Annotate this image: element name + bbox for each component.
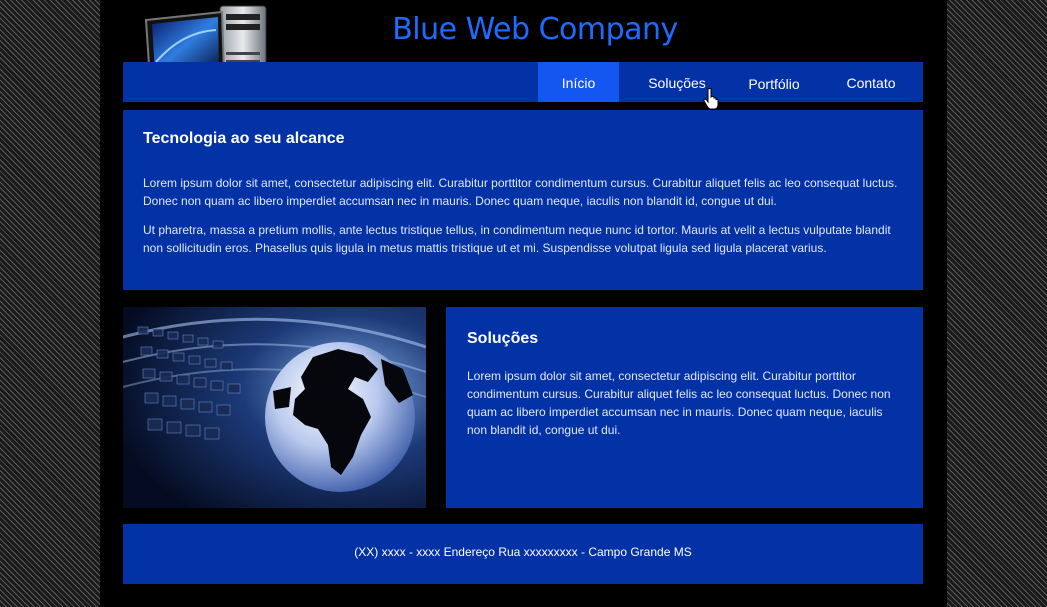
nav-item-inicio[interactable]: Início <box>538 62 619 102</box>
solutions-heading: Soluções <box>467 330 539 347</box>
main-navigation: Início Soluções Portfólio Contato <box>123 62 923 102</box>
intro-paragraph-1: Lorem ipsum dolor sit amet, consectetur … <box>143 176 898 208</box>
site-title: Blue Web Company <box>392 12 678 47</box>
intro-heading: Tecnologia ao seu alcance <box>143 130 345 147</box>
nav-item-contato[interactable]: Contato <box>833 62 909 102</box>
intro-paragraph-2: Ut pharetra, massa a pretium mollis, ant… <box>143 223 891 255</box>
footer: (XX) xxxx - xxxx Endereço Rua xxxxxxxxx … <box>123 524 923 584</box>
footer-address: (XX) xxxx - xxxx Endereço Rua xxxxxxxxx … <box>354 545 692 559</box>
intro-section: Tecnologia ao seu alcance Lorem ipsum do… <box>123 110 923 290</box>
nav-item-portfolio[interactable]: Portfólio <box>738 63 810 103</box>
globe-keyboard-image <box>123 307 426 508</box>
hand-cursor-icon <box>703 88 719 110</box>
solutions-section: Soluções Lorem ipsum dolor sit amet, con… <box>446 307 923 508</box>
page-container: Blue Web Company Início Soluções Portfól… <box>100 0 947 607</box>
solutions-paragraph: Lorem ipsum dolor sit amet, consectetur … <box>467 369 891 437</box>
